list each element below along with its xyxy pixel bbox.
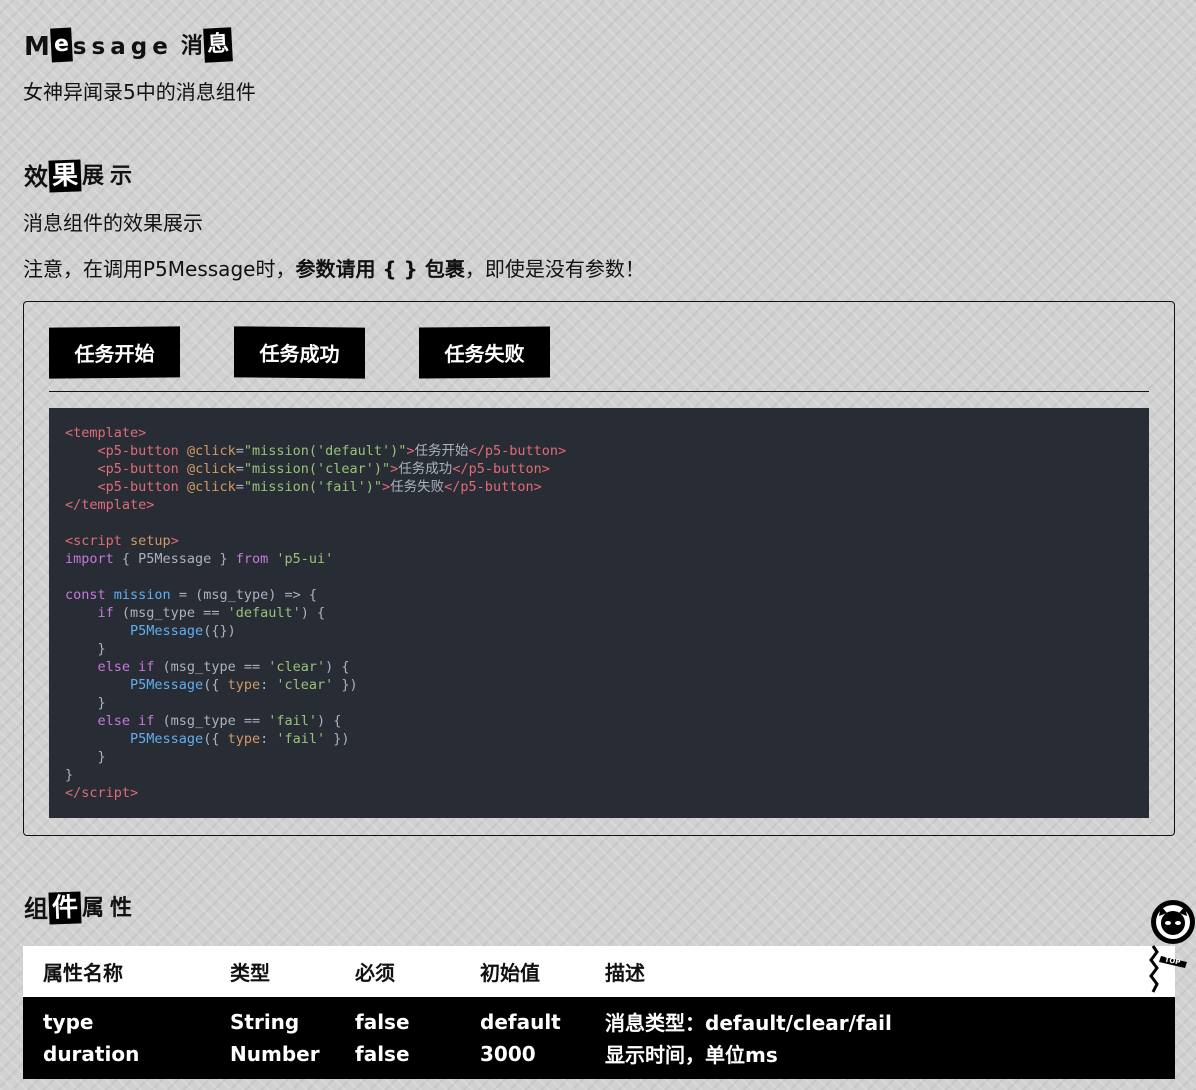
page-subtitle: 女神异闻录5中的消息组件	[23, 80, 256, 104]
table-cell: false	[335, 1038, 460, 1079]
table-cell: duration	[23, 1038, 210, 1079]
table-cell: String	[210, 997, 335, 1038]
column-header: 属性名称	[23, 946, 210, 997]
back-to-top-button[interactable]: TOP	[1141, 898, 1196, 1000]
cat-mascot-icon: TOP	[1149, 900, 1195, 993]
table-cell: 3000	[460, 1038, 585, 1079]
divider	[49, 391, 1149, 392]
table-cell: 显示时间，单位ms	[585, 1038, 1175, 1079]
section-char: 示	[110, 164, 133, 189]
top-label: TOP	[1164, 955, 1181, 966]
table-cell: Number	[210, 1038, 335, 1079]
section-char: 属	[82, 896, 105, 921]
section-char: 性	[110, 896, 133, 921]
props-table: 属性名称 类型 必须 初始值 描述 type String false defa…	[23, 946, 1175, 1079]
title-char: g	[130, 34, 151, 60]
code-block: <template> <p5-button @click="mission('d…	[49, 408, 1149, 818]
section-title-demo: 效 果 展 示	[23, 152, 133, 193]
title-char: s	[91, 34, 109, 60]
note-prefix: 注意，在调用P5Message时，	[23, 257, 296, 281]
note-suffix: ，即使是没有参数！	[464, 257, 645, 281]
table-cell: default	[460, 997, 585, 1038]
section-char: 展	[82, 164, 105, 189]
note-bold: 参数请用 { } 包裹	[295, 257, 465, 281]
section-char: 果	[48, 159, 82, 193]
section-char: 效	[24, 163, 48, 191]
table-cell: false	[335, 997, 460, 1038]
column-header: 初始值	[460, 946, 585, 997]
table-row: duration Number false 3000 显示时间，单位ms	[23, 1038, 1175, 1079]
title-char: 息	[202, 27, 233, 63]
usage-note: 注意，在调用P5Message时，参数请用 { } 包裹，即使是没有参数！	[23, 255, 645, 283]
section-char: 组	[24, 895, 48, 923]
button-row: 任务开始 任务成功 任务失败	[49, 326, 550, 379]
table-row: type String false default 消息类型：default/c…	[23, 997, 1175, 1038]
mission-success-button[interactable]: 任务成功	[234, 326, 365, 379]
section-title-props: 组 件 属 性	[23, 884, 133, 925]
title-char: a	[110, 34, 129, 60]
column-header: 描述	[585, 946, 1175, 997]
column-header: 类型	[210, 946, 335, 997]
table-header-row: 属性名称 类型 必须 初始值 描述	[23, 946, 1175, 997]
section-char: 件	[48, 891, 82, 925]
title-char: M	[24, 32, 50, 62]
page-title: M e s s a g e 消 息	[23, 22, 233, 63]
table-cell: 消息类型：default/clear/fail	[585, 997, 1175, 1038]
title-char: 消	[180, 34, 203, 59]
mission-start-button[interactable]: 任务开始	[49, 326, 180, 379]
title-char: e	[49, 27, 73, 63]
mission-fail-button[interactable]: 任务失败	[419, 326, 550, 379]
section-desc: 消息组件的效果展示	[23, 211, 203, 235]
title-char: s	[72, 34, 90, 60]
table-cell: type	[23, 997, 210, 1038]
title-char: e	[152, 34, 171, 60]
demo-box: 任务开始 任务成功 任务失败 <template> <p5-button @cl…	[23, 301, 1175, 836]
column-header: 必须	[335, 946, 460, 997]
